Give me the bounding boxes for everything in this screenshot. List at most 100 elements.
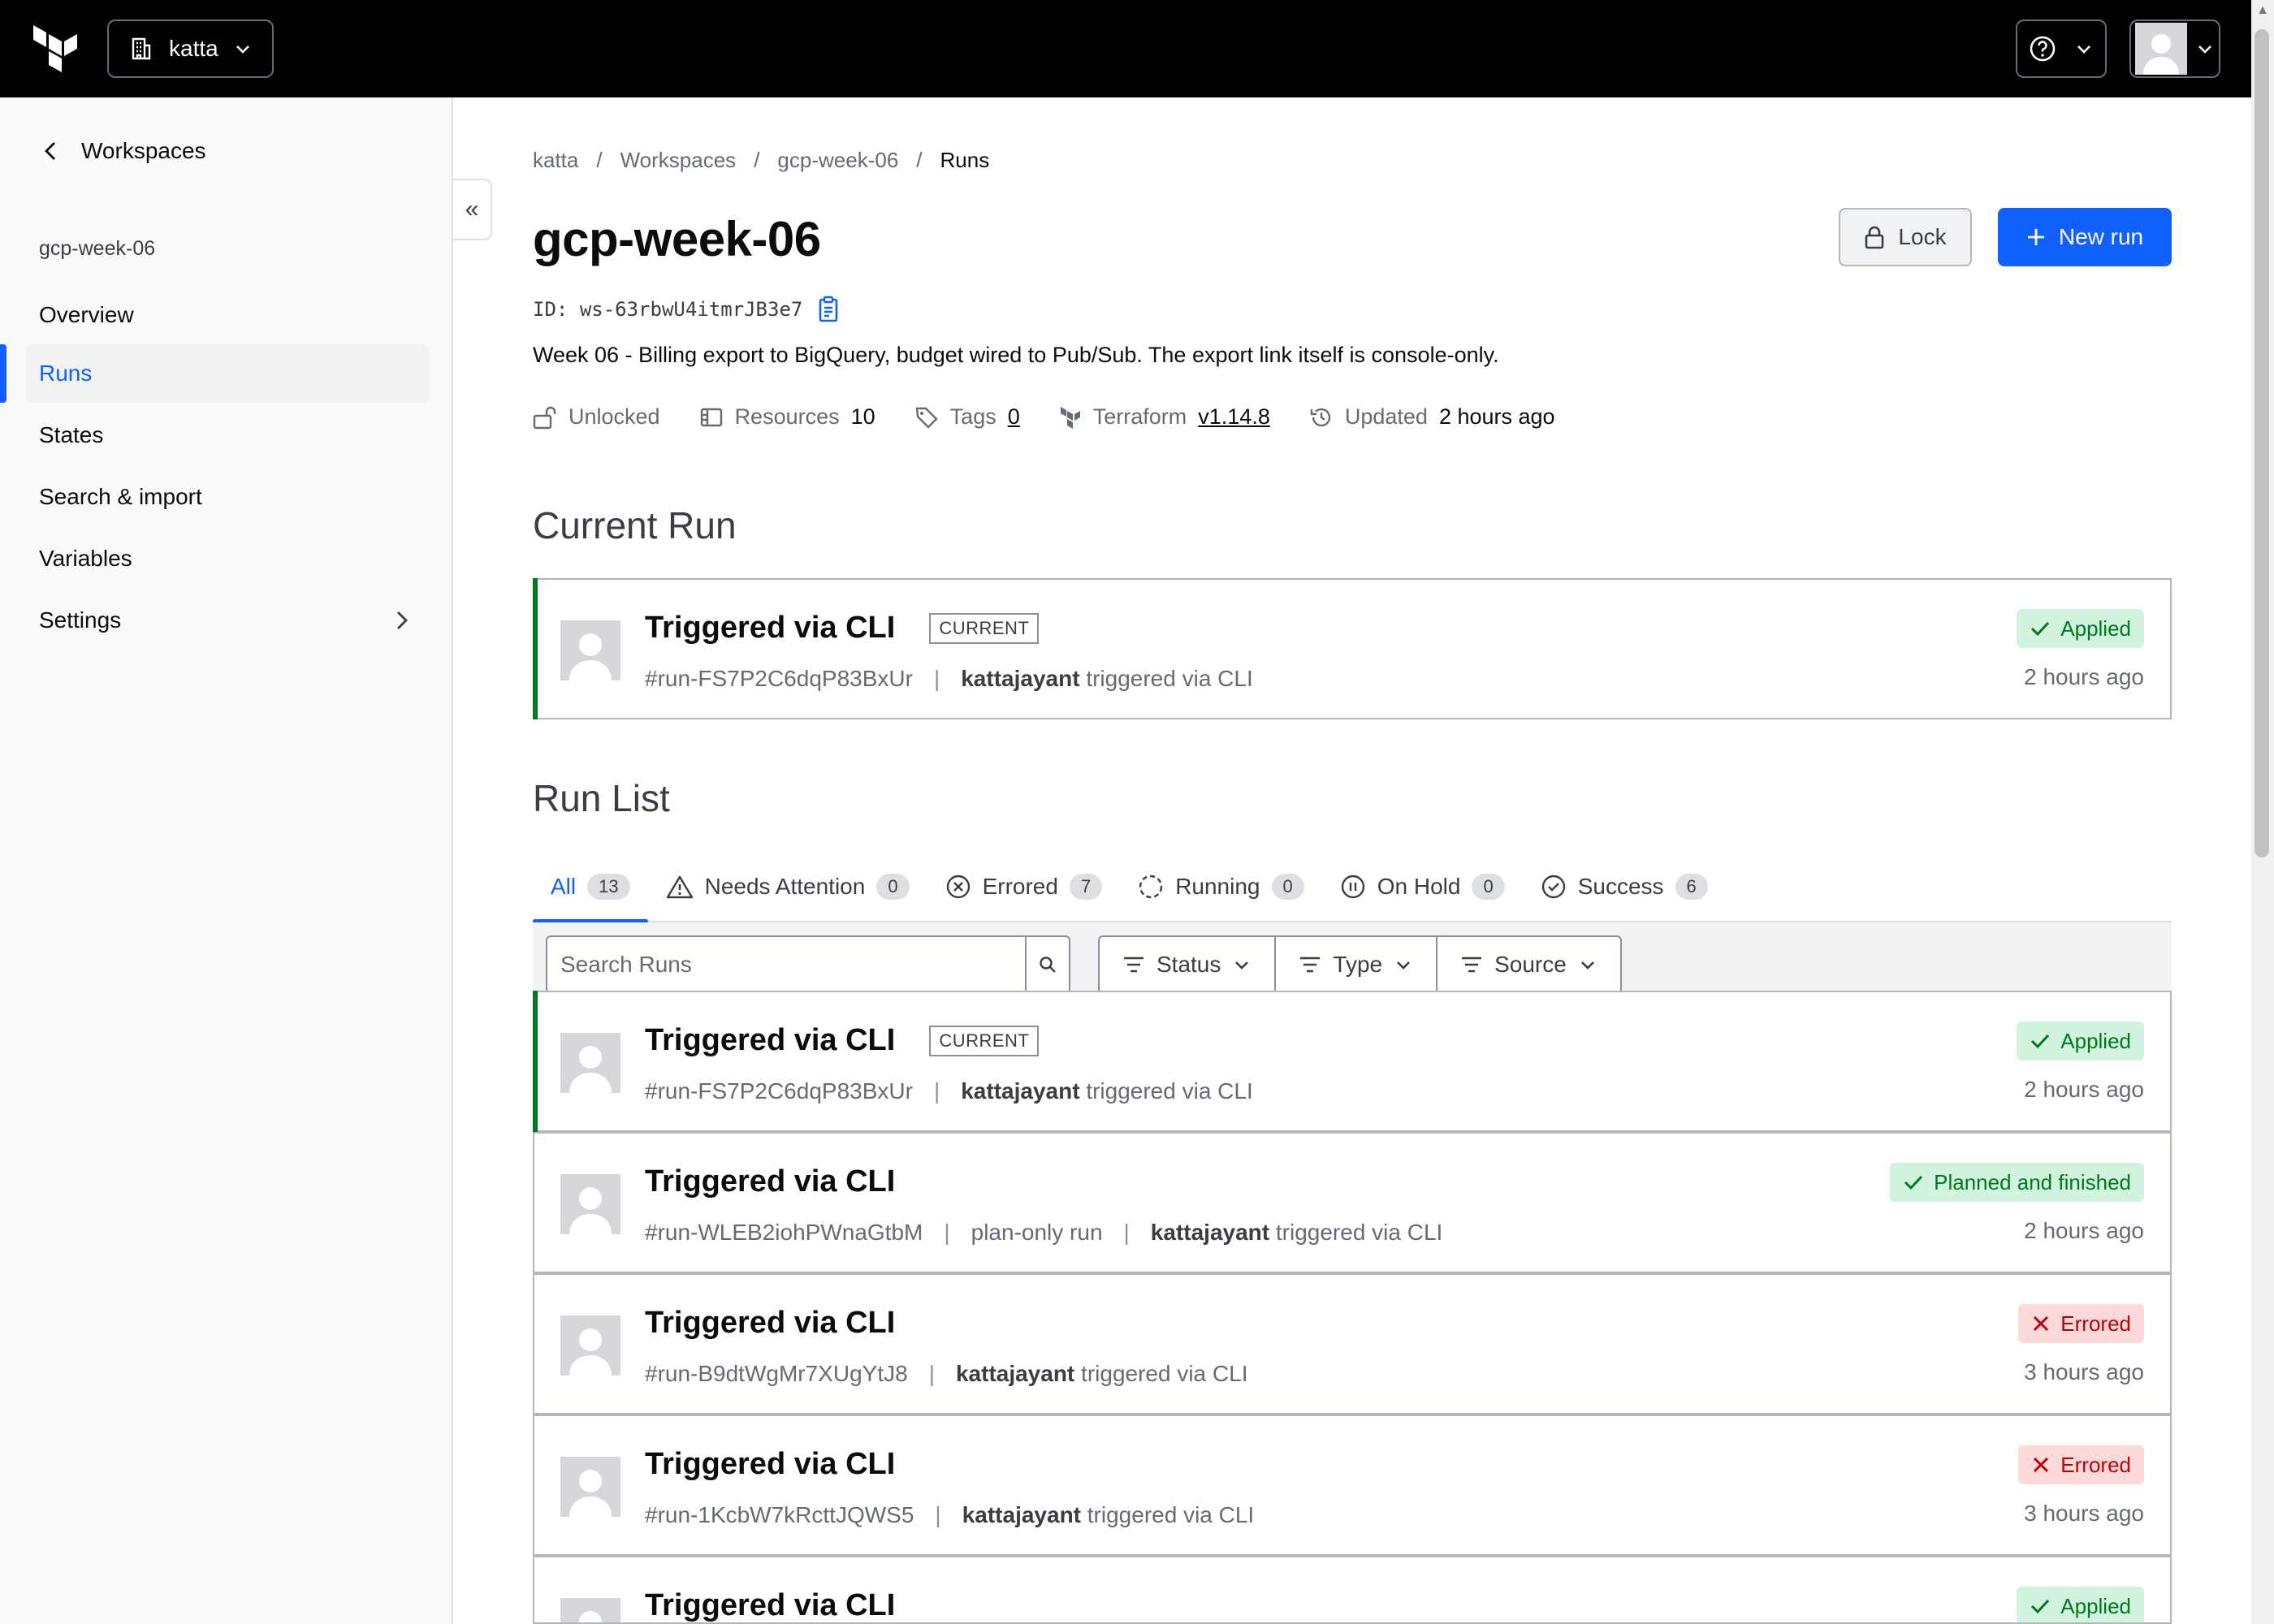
tab-on-hold[interactable]: On Hold 0 xyxy=(1322,852,1523,922)
run-time: 3 hours ago xyxy=(2024,1501,2144,1526)
tab-count: 13 xyxy=(587,874,630,900)
status-text: Errored xyxy=(2060,1311,2131,1336)
run-title[interactable]: Triggered via CLI xyxy=(645,1588,896,1622)
lock-button[interactable]: Lock xyxy=(1839,208,1972,266)
tab-success[interactable]: Success 6 xyxy=(1523,852,1726,922)
run-id: #run-B9dtWgMr7XUgYtJ8 xyxy=(645,1361,908,1386)
search-icon xyxy=(1040,957,1056,973)
search-runs-input[interactable]: Search Runs xyxy=(546,935,1027,994)
run-row[interactable]: Triggered via CLI Applied xyxy=(533,1556,2172,1624)
chevron-down-icon xyxy=(1235,961,1249,970)
sidebar-item-states[interactable]: States xyxy=(26,406,429,464)
breadcrumb-workspace[interactable]: gcp-week-06 xyxy=(777,148,898,173)
run-row[interactable]: Triggered via CLI CURRENT #run-FS7P2C6dq… xyxy=(533,991,2172,1132)
filter-icon xyxy=(1124,957,1143,973)
sidebar-item-label: Search & import xyxy=(39,484,202,509)
workspace-id: ID: ws-63rbwU4itmrJB3e7 xyxy=(533,296,841,323)
status-badge: Applied xyxy=(2017,1587,2144,1622)
plus-icon xyxy=(2027,229,2044,245)
run-time: 2 hours ago xyxy=(2024,1077,2144,1102)
lock-state-text: Unlocked xyxy=(568,404,660,429)
loading-icon xyxy=(1139,875,1163,899)
org-name: katta xyxy=(169,36,218,61)
status-filter-button[interactable]: Status xyxy=(1098,935,1277,994)
copy-clipboard-icon[interactable] xyxy=(817,296,841,323)
avatar xyxy=(560,1457,620,1517)
run-trigger: triggered via CLI xyxy=(1275,1220,1443,1245)
user-menu-button[interactable] xyxy=(2129,19,2220,78)
source-filter-button[interactable]: Source xyxy=(1436,935,1622,994)
collapse-sidebar-button[interactable]: « xyxy=(453,179,492,240)
run-title[interactable]: Triggered via CLI CURRENT xyxy=(645,1023,1040,1058)
run-row[interactable]: Triggered via CLI #run-1KcbW7kRcttJQWS5 … xyxy=(533,1415,2172,1556)
run-id: #run-WLEB2iohPWnaGtbM xyxy=(645,1220,923,1245)
tags-count: Tags 0 xyxy=(914,404,1020,430)
new-run-button-label: New run xyxy=(2058,224,2144,249)
run-type: plan-only run xyxy=(971,1220,1103,1245)
page-scrollbar-thumb[interactable] xyxy=(2255,29,2269,857)
updated-time: Updated 2 hours ago xyxy=(1309,404,1555,430)
run-title[interactable]: Triggered via CLI xyxy=(645,1164,895,1199)
updated-label: Updated xyxy=(1344,404,1428,429)
run-user: kattajayant xyxy=(962,1502,1081,1527)
run-meta: #run-B9dtWgMr7XUgYtJ8 | kattajayant trig… xyxy=(645,1361,1248,1386)
terraform-version: Terraform v1.14.8 xyxy=(1059,404,1270,430)
run-row[interactable]: Triggered via CLI #run-WLEB2iohPWnaGtbM … xyxy=(533,1132,2172,1273)
tab-errored[interactable]: Errored 7 xyxy=(927,852,1121,922)
terraform-logo-icon[interactable] xyxy=(31,24,80,73)
run-trigger: triggered via CLI xyxy=(1087,1502,1255,1527)
run-title[interactable]: Triggered via CLI xyxy=(645,1447,895,1482)
sidebar-item-settings[interactable]: Settings xyxy=(26,591,429,650)
run-id: #run-1KcbW7kRcttJQWS5 xyxy=(645,1502,914,1527)
check-circle-icon xyxy=(1541,875,1565,899)
filter-label: Type xyxy=(1333,952,1383,977)
tab-needs-attention[interactable]: Needs Attention 0 xyxy=(648,852,927,922)
tab-all[interactable]: All 13 xyxy=(533,852,648,923)
run-title-text: Triggered via CLI xyxy=(645,1588,896,1622)
run-trigger: triggered via CLI xyxy=(1081,1361,1248,1386)
run-filter-tabs: All 13 Needs Attention 0 Errored 7 Runni… xyxy=(533,852,2172,923)
back-link-label: Workspaces xyxy=(81,138,206,163)
top-navigation: katta xyxy=(0,0,2251,97)
terraform-icon xyxy=(1060,406,1080,429)
run-id: #run-FS7P2C6dqP83BxUr xyxy=(645,666,913,691)
breadcrumb-workspaces[interactable]: Workspaces xyxy=(620,148,737,173)
sidebar-item-runs[interactable]: Runs xyxy=(26,344,429,403)
sidebar-item-variables[interactable]: Variables xyxy=(26,529,429,588)
sidebar-item-overview[interactable]: Overview xyxy=(26,286,429,344)
warning-icon xyxy=(666,875,693,899)
run-title[interactable]: Triggered via CLI CURRENT xyxy=(645,611,1040,646)
org-switcher[interactable]: katta xyxy=(107,19,274,78)
scroll-up-arrow-icon[interactable]: ▲ xyxy=(2255,3,2271,23)
new-run-button[interactable]: New run xyxy=(1998,208,2172,266)
terraform-version-link[interactable]: v1.14.8 xyxy=(1198,404,1270,430)
sidebar-item-search-import[interactable]: Search & import xyxy=(26,468,429,526)
tab-running[interactable]: Running 0 xyxy=(1120,852,1322,922)
tags-value[interactable]: 0 xyxy=(1008,404,1020,430)
help-menu-button[interactable] xyxy=(2016,19,2107,78)
current-run-card[interactable]: Triggered via CLI CURRENT #run-FS7P2C6dq… xyxy=(533,578,2172,719)
run-title[interactable]: Triggered via CLI xyxy=(645,1306,895,1341)
tab-count: 7 xyxy=(1069,874,1103,900)
current-tag: CURRENT xyxy=(929,1025,1040,1056)
workspace-id-value: ws-63rbwU4itmrJB3e7 xyxy=(579,298,803,321)
back-to-workspaces-link[interactable]: Workspaces xyxy=(42,138,206,164)
status-badge: Applied xyxy=(2017,1021,2144,1060)
lock-state: Unlocked xyxy=(533,404,660,430)
run-row[interactable]: Triggered via CLI #run-B9dtWgMr7XUgYtJ8 … xyxy=(533,1273,2172,1415)
workspace-meta: Unlocked Resources 10 Tags 0 Terraform v… xyxy=(533,404,1555,430)
status-badge: Errored xyxy=(2018,1304,2144,1343)
tab-label: Running xyxy=(1175,874,1260,899)
search-button[interactable] xyxy=(1025,935,1070,994)
breadcrumb-org[interactable]: katta xyxy=(533,148,578,173)
type-filter-button[interactable]: Type xyxy=(1274,935,1438,994)
avatar xyxy=(560,1033,620,1093)
avatar xyxy=(560,1598,620,1622)
sidebar-item-label: Runs xyxy=(39,361,93,386)
filter-label: Source xyxy=(1494,952,1567,977)
run-time: 2 hours ago xyxy=(2024,664,2144,689)
workspace-description: Week 06 - Billing export to BigQuery, bu… xyxy=(533,343,1499,367)
filter-icon xyxy=(1462,957,1482,973)
tab-label: On Hold xyxy=(1377,874,1461,899)
resources-label: Resources xyxy=(734,404,840,429)
